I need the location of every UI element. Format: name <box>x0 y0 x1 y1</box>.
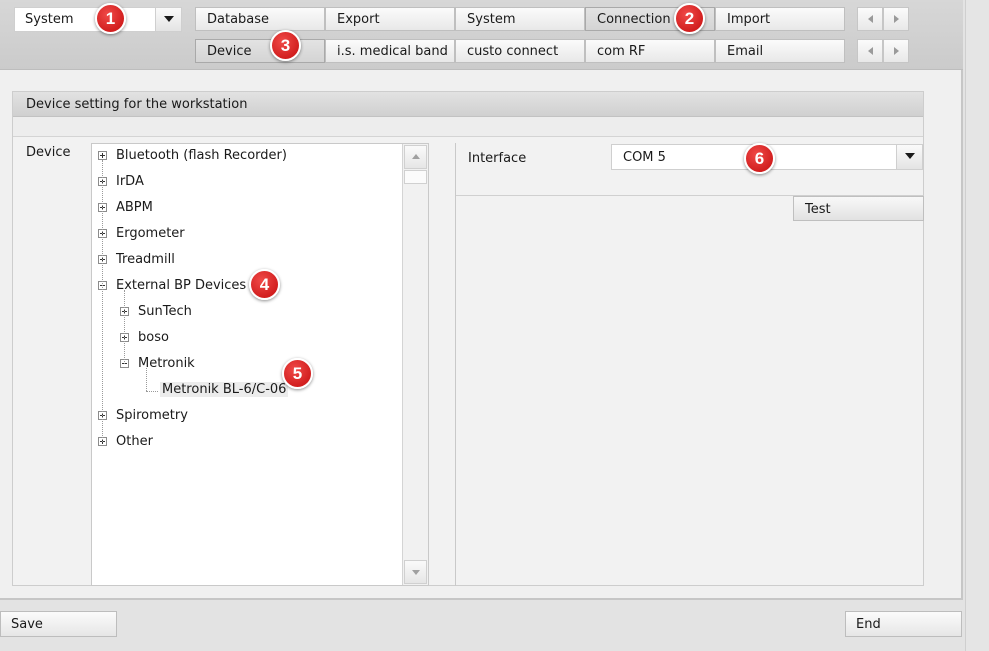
device-label: Device <box>26 145 71 160</box>
callout-badge-3: 3 <box>270 30 301 61</box>
tree-node-label: ABPM <box>116 200 153 215</box>
interface-row: Interface COM 5 <box>456 143 924 196</box>
interface-select-arrow[interactable] <box>896 145 922 169</box>
callout-badge-2: 2 <box>674 3 705 34</box>
callout-badge-4: 4 <box>249 269 280 300</box>
arrow-down-icon <box>412 570 420 575</box>
subtabs-scroll-right-button[interactable] <box>883 39 909 63</box>
tree-node-label: Metronik BL-6/C-06 <box>160 382 289 397</box>
group-title: Device setting for the workstation <box>13 92 923 117</box>
interface-select-value: COM 5 <box>623 150 666 165</box>
tree-node-label: Spirometry <box>116 408 188 423</box>
scroll-up-button[interactable] <box>404 145 427 169</box>
save-button[interactable]: Save <box>0 611 117 637</box>
subtab-com-rf[interactable]: com RF <box>585 39 715 63</box>
arrow-right-icon <box>894 15 899 23</box>
tree-connector <box>146 368 147 391</box>
subtabs-scroll-left-button[interactable] <box>857 39 883 63</box>
tree-node-label: SunTech <box>138 304 192 319</box>
tree-node[interactable]: SunTech <box>92 304 402 324</box>
interface-label: Interface <box>468 151 527 166</box>
tree-node[interactable]: ABPM <box>92 200 402 220</box>
tab-database[interactable]: Database <box>195 7 325 31</box>
subtab-device[interactable]: Device <box>195 39 325 63</box>
chevron-down-icon <box>164 16 174 22</box>
scroll-down-button[interactable] <box>404 560 427 584</box>
group-subheader <box>13 117 923 137</box>
tree-node[interactable]: Metronik BL-6/C-06 <box>92 382 402 402</box>
subtab-custo-connect[interactable]: custo connect <box>455 39 585 63</box>
subtab-is-medical-band[interactable]: i.s. medical band <box>325 39 455 63</box>
tree-node[interactable]: Ergometer <box>92 226 402 246</box>
expand-icon[interactable] <box>98 151 107 160</box>
tree-node-label: IrDA <box>116 174 144 189</box>
category-select-value: System <box>25 12 74 27</box>
tree-node-label: Ergometer <box>116 226 185 241</box>
arrow-left-icon <box>868 47 873 55</box>
tree-node-label: Bluetooth (flash Recorder) <box>116 148 287 163</box>
end-button[interactable]: End <box>845 611 962 637</box>
tree-node[interactable]: boso <box>92 330 402 350</box>
window-edge <box>965 0 989 651</box>
tree-node[interactable]: Metronik <box>92 356 402 376</box>
tree-node[interactable]: Spirometry <box>92 408 402 428</box>
scroll-thumb[interactable] <box>404 170 427 184</box>
tree-node[interactable]: External BP Devices <box>92 278 402 298</box>
tree-node[interactable]: Other <box>92 434 402 454</box>
subtab-email[interactable]: Email <box>715 39 845 63</box>
tree-node[interactable]: Treadmill <box>92 252 402 272</box>
tree-node-label: boso <box>138 330 169 345</box>
category-select-arrow[interactable] <box>155 8 181 31</box>
tree-node[interactable]: IrDA <box>92 174 402 194</box>
arrow-left-icon <box>868 15 873 23</box>
test-button[interactable]: Test <box>793 196 924 221</box>
device-tree[interactable]: Bluetooth (flash Recorder) IrDA ABPM Ergome… <box>91 143 429 586</box>
tree-connector <box>146 391 158 392</box>
arrow-up-icon <box>412 154 420 159</box>
tree-scrollbar[interactable] <box>402 144 428 585</box>
tree-node-label: Other <box>116 434 153 449</box>
arrow-right-icon <box>894 47 899 55</box>
tab-export[interactable]: Export <box>325 7 455 31</box>
tree-connector <box>124 290 125 364</box>
callout-badge-5: 5 <box>282 358 313 389</box>
chevron-down-icon <box>905 153 915 159</box>
tab-system[interactable]: System <box>455 7 585 31</box>
tree-connector <box>102 160 103 442</box>
tab-import[interactable]: Import <box>715 7 845 31</box>
tabs-scroll-left-button[interactable] <box>857 7 883 31</box>
callout-badge-1: 1 <box>95 3 126 34</box>
callout-badge-6: 6 <box>744 143 775 174</box>
tree-node[interactable]: Bluetooth (flash Recorder) <box>92 148 402 168</box>
device-detail-pane: Interface COM 5 Test <box>455 143 924 586</box>
tabs-scroll-right-button[interactable] <box>883 7 909 31</box>
tree-node-label: External BP Devices <box>116 278 247 293</box>
tree-node-label: Treadmill <box>116 252 175 267</box>
